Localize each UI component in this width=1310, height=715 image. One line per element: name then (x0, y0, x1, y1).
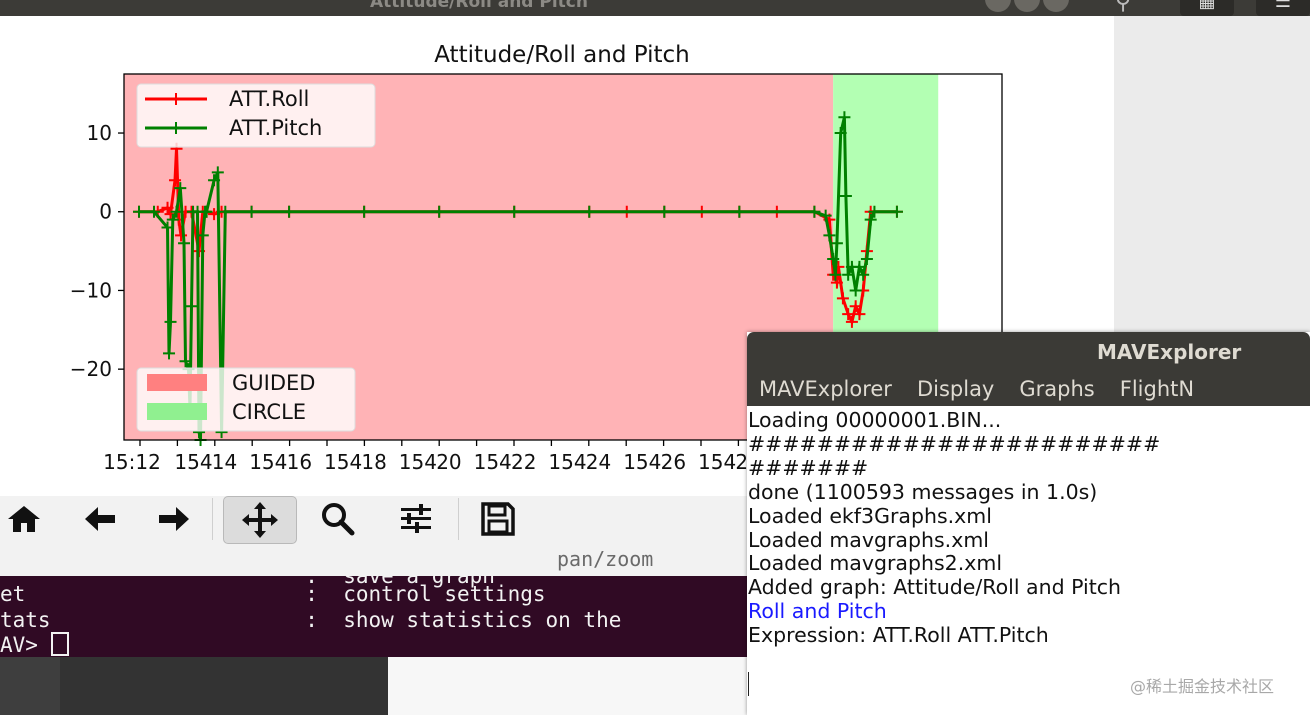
x-tick-label: 154 (698, 450, 736, 474)
log-line: ######################## (748, 432, 1161, 456)
zoom-icon[interactable] (314, 496, 362, 542)
series-legend: ATT.Roll ATT.Pitch (136, 83, 376, 148)
log-line: Expression: ATT.Roll ATT.Pitch (748, 623, 1049, 647)
back-arrow-icon[interactable] (76, 496, 124, 542)
x-tick-label: 26 (661, 450, 686, 474)
legend-label: GUIDED (232, 371, 315, 395)
y-tick-label: 10 (87, 121, 112, 145)
search-icon[interactable]: ⚲ (1115, 0, 1131, 15)
window-controls[interactable] (985, 0, 1072, 16)
legend-label: ATT.Pitch (229, 116, 322, 140)
mavexplorer-menubar: MAVExplorer Display Graphs FlightN (747, 372, 1310, 406)
mavexplorer-title: MAVExplorer (1097, 340, 1242, 364)
desktop-top-bar: Attitude/Roll and Pitch ⚲ ▦ ☰ (0, 0, 1310, 16)
chart-title: Attitude/Roll and Pitch (434, 42, 690, 68)
x-tick-label: 154 (548, 450, 586, 474)
log-line-highlight: Roll and Pitch (748, 599, 887, 623)
legend-swatch (147, 374, 207, 391)
x-tick-label: 154 (623, 450, 661, 474)
pan-icon[interactable] (223, 496, 297, 544)
log-line: ####### (748, 456, 869, 480)
terminal-line: tats : show statistics on the (0, 608, 622, 632)
x-tick-label: 20 (436, 450, 461, 474)
background-panel-inner (60, 657, 388, 715)
legend-label: CIRCLE (232, 400, 306, 424)
x-tick-label: 15:12 (103, 450, 161, 474)
log-line: Loaded mavgraphs2.xml (748, 551, 1003, 575)
menu-mavexplorer[interactable]: MAVExplorer (747, 372, 892, 401)
menu-display[interactable]: Display (905, 372, 994, 401)
y-tick-label: −20 (70, 357, 112, 381)
log-line: Loaded mavgraphs.xml (748, 528, 989, 552)
window-title: Attitude/Roll and Pitch (370, 0, 588, 12)
menu-flightmode[interactable]: FlightN (1108, 372, 1194, 401)
x-tick-label: 14 (212, 450, 237, 474)
toolbar-status: pan/zoom (557, 547, 654, 571)
y-tick-label: 0 (99, 200, 112, 224)
save-icon[interactable] (474, 496, 522, 542)
x-tick-label: 16 (287, 450, 312, 474)
legend-swatch (147, 403, 207, 420)
log-line: Loaded ekf3Graphs.xml (748, 504, 992, 528)
x-tick-label: 18 (361, 450, 386, 474)
background-window (1114, 16, 1310, 336)
mavexplorer-window: MAVExplorer MAVExplorer Display Graphs Flig… (747, 332, 1310, 715)
x-tick-label: 154 (174, 450, 212, 474)
y-tick-label: −10 (70, 278, 112, 302)
background-area (388, 657, 748, 715)
home-icon[interactable] (0, 496, 48, 542)
terminal-cursor (50, 632, 69, 656)
x-tick-label: 22 (511, 450, 536, 474)
console-cursor (748, 672, 749, 696)
span-legend: GUIDED CIRCLE (136, 367, 356, 432)
x-tick-label: 154 (324, 450, 362, 474)
x-tick-label: 154 (249, 450, 287, 474)
watermark: @稀土掘金技术社区 (1130, 677, 1275, 696)
forward-arrow-icon[interactable] (150, 496, 198, 542)
view-toggle-button[interactable]: ▦ (1180, 0, 1234, 16)
log-line: done (1100593 messages in 1.0s) (748, 480, 1098, 504)
x-tick-label: 154 (399, 450, 437, 474)
terminal-prompt[interactable]: AV> (0, 632, 69, 657)
x-tick-label: 154 (474, 450, 512, 474)
configure-icon[interactable] (392, 496, 440, 542)
toolbar-separator (212, 498, 213, 540)
plot-toolbar: pan/zoom (0, 496, 748, 576)
log-line: Loading 00000001.BIN... (748, 408, 1002, 432)
toolbar-separator (458, 498, 459, 540)
log-line: Added graph: Attitude/Roll and Pitch (748, 575, 1122, 599)
menu-graphs[interactable]: Graphs (1007, 372, 1094, 401)
terminal[interactable]: : save a graph et : control settings tat… (0, 576, 748, 657)
x-tick-label: 24 (586, 450, 611, 474)
terminal-line: et : control settings (0, 582, 546, 606)
legend-label: ATT.Roll (229, 87, 309, 111)
mavexplorer-console[interactable]: Loading 00000001.BIN... ################… (747, 406, 1310, 715)
mavexplorer-titlebar[interactable]: MAVExplorer (747, 332, 1310, 372)
menu-icon[interactable]: ☰ (1256, 0, 1310, 16)
